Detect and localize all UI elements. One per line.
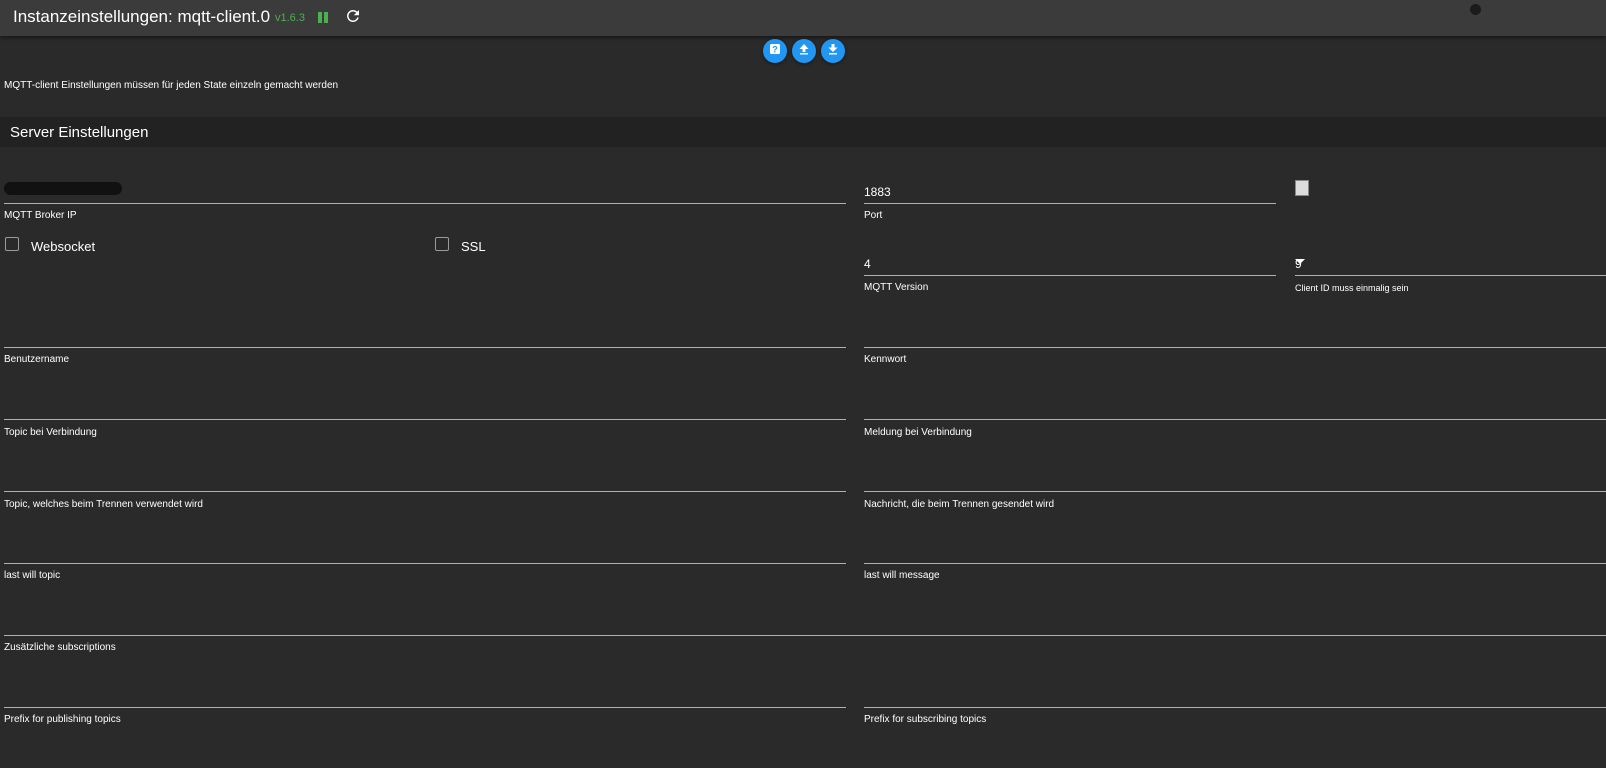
- status-dot: [1470, 4, 1481, 15]
- password-input[interactable]: [864, 299, 1606, 348]
- reload-icon[interactable]: [344, 7, 362, 25]
- disconnect-topic-input[interactable]: [4, 443, 846, 492]
- section-header: Server Einstellungen: [0, 117, 1606, 147]
- port-spinner[interactable]: [1295, 180, 1309, 196]
- publish-prefix-input[interactable]: [4, 659, 846, 708]
- client-id-value: 9: [1295, 257, 1302, 271]
- connect-message-input[interactable]: [864, 371, 1606, 420]
- ssl-checkbox[interactable]: [435, 237, 449, 251]
- help-button[interactable]: ?: [763, 39, 787, 63]
- port-input[interactable]: 1883: [864, 155, 1276, 204]
- broker-ip-input[interactable]: [4, 155, 846, 204]
- last-will-topic-input[interactable]: [4, 515, 846, 564]
- mqtt-version-value: 4: [864, 257, 871, 271]
- download-icon: [827, 42, 839, 60]
- header-bar: Instanzeinstellungen: mqtt-client.0 v1.6…: [0, 0, 1606, 36]
- download-button[interactable]: [821, 39, 845, 63]
- disconnect-message-label: Nachricht, die beim Trennen gesendet wir…: [864, 499, 1055, 510]
- page-title: Instanzeinstellungen: mqtt-client.0: [13, 7, 271, 26]
- broker-ip-label: MQTT Broker IP: [4, 210, 77, 221]
- username-input[interactable]: [4, 299, 846, 348]
- svg-text:?: ?: [772, 45, 778, 55]
- disconnect-message-input[interactable]: [864, 443, 1606, 492]
- connect-topic-input[interactable]: [4, 371, 846, 420]
- publish-prefix-label: Prefix for publishing topics: [4, 714, 121, 725]
- disconnect-topic-label: Topic, welches beim Trennen verwendet wi…: [4, 499, 203, 510]
- pause-icon[interactable]: [318, 10, 330, 24]
- last-will-message-label: last will message: [864, 570, 940, 581]
- connect-topic-label: Topic bei Verbindung: [4, 427, 97, 438]
- info-note: MQTT-client Einstellungen müssen für jed…: [4, 80, 339, 91]
- websocket-label: Websocket: [31, 239, 96, 254]
- upload-icon: [798, 42, 810, 60]
- upload-button[interactable]: [792, 39, 816, 63]
- help-icon: ?: [769, 42, 781, 60]
- port-value: 1883: [864, 185, 891, 199]
- last-will-message-input[interactable]: [864, 515, 1606, 564]
- redacted-value: [4, 182, 122, 195]
- port-label: Port: [864, 210, 883, 221]
- last-will-topic-label: last will topic: [4, 570, 61, 581]
- client-id-label: Client ID muss einmalig sein: [1295, 283, 1409, 293]
- connect-message-label: Meldung bei Verbindung: [864, 427, 972, 438]
- subscriptions-label: Zusätzliche subscriptions: [4, 642, 116, 653]
- username-label: Benutzername: [4, 354, 70, 365]
- password-label: Kennwort: [864, 354, 907, 365]
- ssl-label: SSL: [461, 239, 486, 254]
- version-label: v1.6.3: [275, 12, 305, 24]
- websocket-checkbox[interactable]: [5, 237, 19, 251]
- subscribe-prefix-input[interactable]: [864, 659, 1606, 708]
- client-id-input[interactable]: 9: [1295, 227, 1606, 276]
- subscribe-prefix-label: Prefix for subscribing topics: [864, 714, 987, 725]
- section-title: Server Einstellungen: [10, 124, 149, 141]
- subscriptions-input[interactable]: [4, 587, 1606, 636]
- mqtt-version-label: MQTT Version: [864, 282, 929, 293]
- mqtt-version-select[interactable]: 4: [864, 227, 1276, 276]
